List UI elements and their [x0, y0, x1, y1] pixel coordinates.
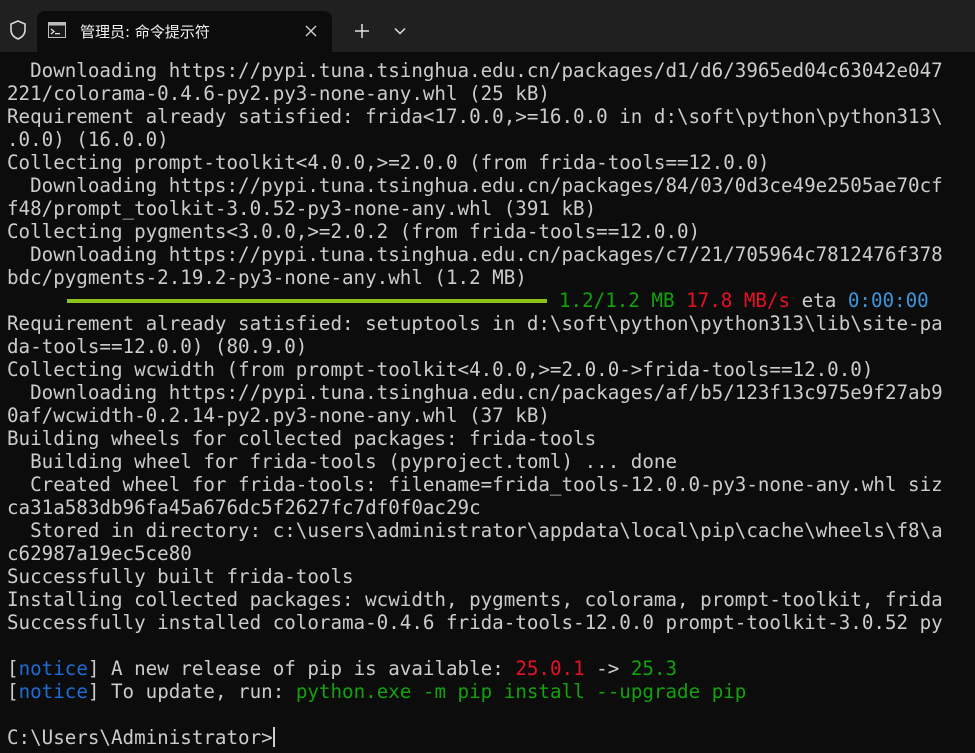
terminal-line: bdc/pygments-2.19.2-py3-none-any.whl (1.…: [7, 266, 527, 289]
terminal-line: da-tools==12.0.0) (80.9.0): [7, 335, 308, 358]
chevron-down-icon: [394, 27, 406, 35]
terminal-line: Building wheels for collected packages: …: [7, 427, 597, 450]
terminal-line: 221/colorama-0.4.6-py2.py3-none-any.whl …: [7, 82, 550, 105]
terminal-line: Requirement already satisfied: setuptool…: [7, 312, 943, 335]
progress-eta-label: eta: [801, 289, 837, 312]
progress-bar-fill: [67, 298, 547, 303]
terminal-line: Downloading https://pypi.tuna.tsinghua.e…: [7, 174, 943, 197]
terminal-output[interactable]: Downloading https://pypi.tuna.tsinghua.e…: [0, 52, 975, 753]
terminal-line: Downloading https://pypi.tuna.tsinghua.e…: [7, 381, 943, 404]
notice-bracket-close: ]: [87, 657, 100, 680]
tab-title: 管理员: 命令提示符: [80, 23, 210, 41]
terminal-line: 0af/wcwidth-0.2.14-py2.py3-none-any.whl …: [7, 404, 550, 427]
terminal-line: Successfully built frida-tools: [7, 565, 354, 588]
terminal-line: Successfully installed colorama-0.4.6 fr…: [7, 611, 943, 634]
terminal-line: Created wheel for frida-tools: filename=…: [7, 473, 943, 496]
terminal-line: Collecting pygments<3.0.0,>=2.0.2 (from …: [7, 220, 701, 243]
terminal-line: f48/prompt_toolkit-3.0.52-py3-none-any.w…: [7, 197, 597, 220]
terminal-line: Requirement already satisfied: frida<17.…: [7, 105, 943, 128]
pip-old-version: 25.0.1: [515, 657, 585, 680]
pip-notice-update: [notice] To update, run: python.exe -m p…: [7, 680, 975, 703]
close-icon[interactable]: [302, 22, 320, 40]
text-cursor: [272, 726, 275, 747]
terminal-line: Collecting prompt-toolkit<4.0.0,>=2.0.0 …: [7, 151, 770, 174]
notice-text: To update, run:: [99, 680, 296, 703]
notice-arrow: ->: [584, 657, 631, 680]
pip-upgrade-command: python.exe -m pip install --upgrade pip: [295, 680, 747, 703]
new-tab-button[interactable]: [348, 18, 376, 44]
terminal-line: ca31a583db96fa45a676dc5f2627fc7df0f0ac29…: [7, 496, 481, 519]
progress-speed: 17.8 MB/s: [686, 289, 791, 312]
terminal-line: .0.0) (16.0.0): [7, 128, 169, 151]
tab-command-prompt[interactable]: 管理员: 命令提示符: [37, 11, 332, 52]
tab-dropdown-button[interactable]: [388, 18, 412, 44]
progress-eta: 0:00:00: [847, 289, 929, 312]
cmd-icon: [48, 22, 66, 38]
terminal-line: Collecting wcwidth (from prompt-toolkit<…: [7, 358, 874, 381]
notice-bracket-open: [: [7, 657, 19, 680]
pip-notice-release: [notice] A new release of pip is availab…: [7, 657, 975, 680]
terminal-line: c62987a19ec5ce80: [7, 542, 192, 565]
terminal-line: Downloading https://pypi.tuna.tsinghua.e…: [7, 243, 943, 266]
notice-text: A new release of pip is available:: [99, 657, 516, 680]
terminal-line: Building wheel for frida-tools (pyprojec…: [7, 450, 678, 473]
shield-icon[interactable]: [6, 18, 30, 42]
prompt-path: C:\Users\Administrator>: [7, 726, 273, 749]
plus-icon: [355, 24, 369, 38]
download-progress-line: 1.2/1.2 MB 17.8 MB/s eta 0:00:00: [7, 289, 975, 312]
title-bar: 管理员: 命令提示符: [0, 0, 975, 52]
notice-tag: notice: [18, 680, 88, 703]
command-prompt-line[interactable]: C:\Users\Administrator>: [7, 726, 975, 749]
pip-new-version: 25.3: [630, 657, 678, 680]
notice-tag: notice: [18, 657, 88, 680]
terminal-line: Downloading https://pypi.tuna.tsinghua.e…: [7, 59, 943, 82]
notice-bracket-close: ]: [87, 680, 100, 703]
terminal-line: Stored in directory: c:\users\administra…: [7, 519, 943, 542]
notice-bracket-open: [: [7, 680, 19, 703]
progress-size: 1.2/1.2 MB: [559, 289, 675, 312]
terminal-line: Installing collected packages: wcwidth, …: [7, 588, 943, 611]
progress-bar: [67, 298, 547, 303]
